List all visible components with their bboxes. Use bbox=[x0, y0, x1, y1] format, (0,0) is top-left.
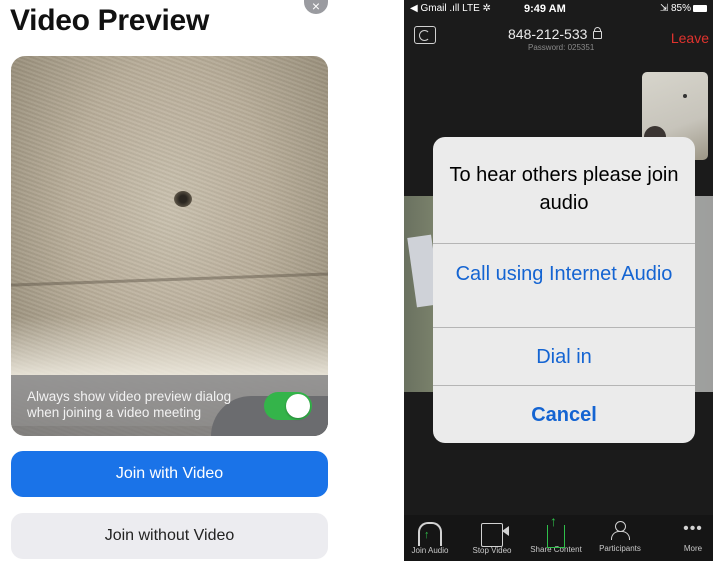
status-bar: ◀ Gmail .ıll LTE ✲ 9:49 AM ⇲ 85% bbox=[404, 0, 713, 18]
battery-icon bbox=[693, 4, 707, 12]
always-show-preview-toggle[interactable] bbox=[264, 392, 312, 420]
close-button[interactable]: × bbox=[304, 0, 328, 14]
meeting-toolbar: ↑ Join Audio Stop Video ↑ Share Content … bbox=[404, 513, 713, 561]
participants-button[interactable]: Participants bbox=[590, 519, 650, 553]
meeting-screen: ◀ Gmail .ıll LTE ✲ 9:49 AM ⇲ 85% 848-212… bbox=[404, 0, 713, 561]
status-time: 9:49 AM bbox=[524, 3, 566, 15]
cancel-button[interactable]: Cancel bbox=[433, 402, 695, 428]
toolbar-label: More bbox=[683, 544, 703, 553]
share-content-button[interactable]: ↑ Share Content bbox=[526, 513, 586, 554]
more-button[interactable]: ••• More bbox=[663, 519, 713, 553]
camera-preview: Always show video preview dialog when jo… bbox=[11, 56, 328, 436]
meeting-id: 848-212-533 bbox=[508, 26, 603, 42]
switch-camera-arc bbox=[419, 30, 430, 41]
join-audio-button[interactable]: ↑ Join Audio bbox=[404, 519, 460, 555]
toolbar-label: Participants bbox=[599, 544, 641, 553]
headphone-icon: ↑ bbox=[418, 522, 442, 546]
call-internet-audio-option[interactable]: Call using Internet Audio bbox=[433, 261, 695, 287]
dial-in-option[interactable]: Dial in bbox=[433, 344, 695, 370]
dialog-divider bbox=[433, 327, 695, 328]
status-carrier: ◀ Gmail .ıll LTE ✲ bbox=[410, 3, 491, 14]
dialog-divider bbox=[433, 243, 695, 244]
ceiling-hole bbox=[174, 191, 192, 207]
dialog-title: To hear others please join audio bbox=[449, 164, 679, 214]
page-title: Video Preview bbox=[10, 4, 209, 37]
join-audio-dialog: To hear others please join audio Call us… bbox=[433, 137, 695, 443]
join-without-video-button[interactable]: Join without Video bbox=[11, 513, 328, 559]
leave-button[interactable]: Leave bbox=[671, 30, 709, 46]
dialog-divider bbox=[433, 385, 695, 386]
participants-icon bbox=[610, 521, 630, 543]
meeting-id-text: 848-212-533 bbox=[508, 26, 588, 42]
toolbar-label: Stop Video bbox=[472, 546, 512, 555]
toggle-knob bbox=[286, 394, 310, 418]
battery-label: ⇲ 85% bbox=[659, 3, 691, 14]
thumbnail-ceiling-dot bbox=[683, 94, 687, 98]
meeting-password: Password: 025351 bbox=[528, 43, 595, 52]
lock-icon bbox=[593, 27, 603, 40]
meeting-header: 848-212-533 Password: 025351 Leave bbox=[404, 20, 713, 56]
close-icon: × bbox=[311, 0, 321, 14]
video-preview-panel: Video Preview × Always show video previe… bbox=[0, 0, 340, 561]
share-icon: ↑ bbox=[547, 513, 565, 548]
toggle-label: Always show video preview dialog when jo… bbox=[27, 389, 232, 420]
switch-camera-icon[interactable] bbox=[414, 26, 436, 44]
toolbar-label: Join Audio bbox=[411, 546, 449, 555]
stop-video-button[interactable]: Stop Video bbox=[462, 519, 522, 555]
more-icon: ••• bbox=[683, 520, 703, 537]
preview-toggle-bar: Always show video preview dialog when jo… bbox=[11, 375, 328, 436]
status-battery: ⇲ 85% bbox=[660, 3, 707, 14]
video-camera-icon bbox=[481, 523, 509, 547]
join-with-video-button[interactable]: Join with Video bbox=[11, 451, 328, 497]
